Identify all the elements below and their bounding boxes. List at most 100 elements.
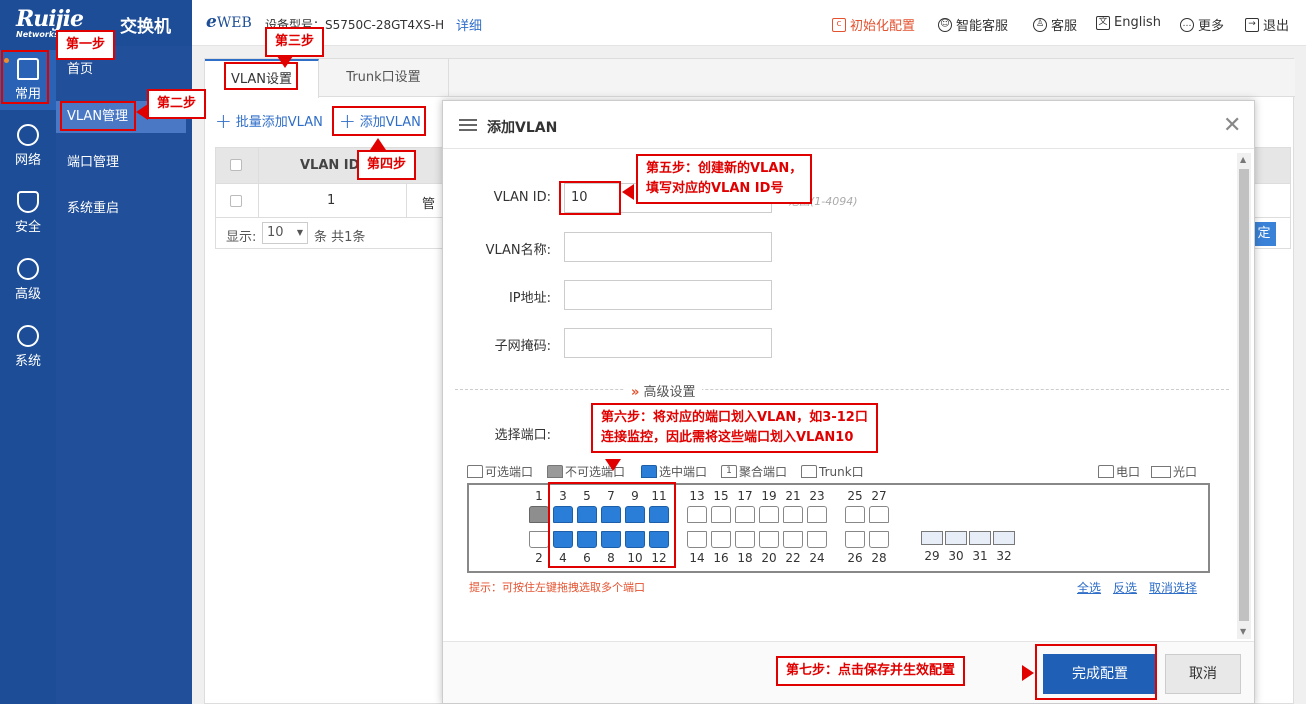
nav-security[interactable]: 安全: [0, 183, 56, 243]
customer-service-button[interactable]: ♙ 客服: [1033, 15, 1077, 34]
brand-logo: Ruijie: [16, 6, 84, 32]
record-count: 条 共1条: [314, 230, 366, 245]
port-number-1: 1: [535, 489, 543, 503]
page-size-label: 显示:: [226, 230, 257, 245]
optical-port-icon: [1151, 465, 1171, 478]
port-18[interactable]: [735, 531, 755, 548]
language-button[interactable]: 文 English: [1096, 15, 1161, 30]
port-21[interactable]: [783, 506, 803, 523]
select-all-checkbox[interactable]: [230, 159, 242, 171]
logout-label: 退出: [1263, 19, 1290, 34]
port-20[interactable]: [759, 531, 779, 548]
step5-arrow: [622, 184, 634, 200]
select-port-label: 选择端口:: [494, 428, 551, 443]
cancel-button[interactable]: 取消: [1165, 654, 1241, 694]
tab-bar: VLAN设置 Trunk口设置: [205, 59, 1295, 98]
port-15[interactable]: [711, 506, 731, 523]
port-25[interactable]: [845, 506, 865, 523]
nav-network[interactable]: 网络: [0, 116, 56, 176]
tab-trunk-settings[interactable]: Trunk口设置: [319, 59, 449, 97]
vlan-id-label: VLAN ID:: [493, 190, 551, 205]
column-divider: [258, 184, 259, 218]
advanced-settings-toggle[interactable]: » 高级设置: [625, 381, 702, 400]
port-28[interactable]: [869, 531, 889, 548]
fiber-port-29[interactable]: [921, 531, 943, 545]
fiber-port-31[interactable]: [969, 531, 991, 545]
port-13[interactable]: [687, 506, 707, 523]
port-number-16: 16: [713, 551, 729, 565]
port-number-14: 14: [689, 551, 705, 565]
confirm-page-button[interactable]: 定: [1252, 222, 1276, 246]
eweb-logo-text: WEB: [216, 15, 252, 31]
port-22[interactable]: [783, 531, 803, 548]
ip-address-input[interactable]: [564, 280, 772, 310]
batch-add-vlan-button[interactable]: + 批量添加VLAN: [215, 111, 323, 131]
subnav-system-restart[interactable]: 系统重启: [56, 193, 186, 225]
advanced-settings-label: 高级设置: [643, 385, 696, 400]
port-24[interactable]: [807, 531, 827, 548]
legend-aggregate: 1 聚合端口: [721, 463, 787, 480]
row-checkbox[interactable]: [230, 195, 242, 207]
step1-callout: 第一步: [56, 30, 116, 60]
step5-line2: 填写对应的VLAN ID号: [646, 181, 784, 196]
nav-network-label: 网络: [14, 153, 41, 168]
row-vlan-name: 管: [422, 197, 436, 212]
step2-arrow: [136, 104, 148, 120]
col-vlan-id: VLAN ID: [300, 158, 360, 173]
vlan-name-input[interactable]: [564, 232, 772, 262]
scroll-down-icon[interactable]: ▼: [1240, 627, 1246, 636]
eweb-logo-e: e: [206, 12, 217, 32]
scroll-thumb[interactable]: [1239, 169, 1249, 621]
fiber-port-30[interactable]: [945, 531, 967, 545]
legend-trunk: Trunk口: [801, 463, 864, 480]
double-chevron-icon: »: [631, 385, 640, 400]
port-number-19: 19: [761, 489, 777, 503]
legend-optical: 光口: [1151, 463, 1197, 480]
port-14[interactable]: [687, 531, 707, 548]
port-number-27: 27: [871, 489, 887, 503]
step6-highlight: [548, 482, 676, 568]
step1-highlight: [1, 50, 49, 104]
scroll-up-icon[interactable]: ▲: [1240, 155, 1246, 164]
port-number-32: 32: [996, 549, 1012, 563]
step5-highlight: [559, 181, 621, 215]
clear-selection-link[interactable]: 取消选择: [1149, 579, 1197, 596]
subnav-port-management[interactable]: 端口管理: [56, 147, 186, 179]
vlan-name-label: VLAN名称:: [485, 243, 551, 258]
nav-advanced-label: 高级: [14, 287, 41, 302]
page-size-select[interactable]: 10 ▼: [262, 222, 308, 244]
left-icon-nav: 常用 网络 安全 高级 系统: [0, 46, 56, 704]
port-17[interactable]: [735, 506, 755, 523]
more-button[interactable]: … 更多: [1180, 15, 1224, 34]
logout-button[interactable]: → 退出: [1245, 15, 1289, 34]
detail-link[interactable]: 详细: [456, 15, 482, 34]
port-number-31: 31: [972, 549, 988, 563]
port-number-28: 28: [871, 551, 887, 565]
column-divider: [406, 184, 407, 218]
legend-selected-label: 选中端口: [659, 465, 708, 479]
port-2[interactable]: [529, 531, 549, 548]
dialog-scrollbar[interactable]: ▲ ▼: [1237, 153, 1251, 639]
smart-service-button[interactable]: ☺ 智能客服: [938, 15, 1008, 34]
nav-system[interactable]: 系统: [0, 317, 56, 377]
init-config-button[interactable]: c 初始化配置: [832, 15, 915, 34]
port-number-22: 22: [785, 551, 801, 565]
step7-callout: 第七步：点击保存并生效配置: [776, 656, 966, 686]
port-number-20: 20: [761, 551, 777, 565]
close-icon[interactable]: ✕: [1223, 113, 1241, 138]
port-16[interactable]: [711, 531, 731, 548]
nav-advanced[interactable]: 高级: [0, 250, 56, 310]
fiber-port-32[interactable]: [993, 531, 1015, 545]
port-26[interactable]: [845, 531, 865, 548]
subnet-mask-input[interactable]: [564, 328, 772, 358]
invert-selection-link[interactable]: 反选: [1113, 579, 1137, 596]
port-19[interactable]: [759, 506, 779, 523]
chevron-down-icon: ▼: [296, 228, 303, 237]
step3-callout: 第三步: [265, 27, 325, 57]
language-label: English: [1114, 15, 1161, 30]
port-23[interactable]: [807, 506, 827, 523]
eweb-logo: eWEB: [206, 12, 252, 32]
select-all-link[interactable]: 全选: [1077, 579, 1101, 596]
smart-service-icon: ☺: [938, 17, 952, 32]
port-27[interactable]: [869, 506, 889, 523]
